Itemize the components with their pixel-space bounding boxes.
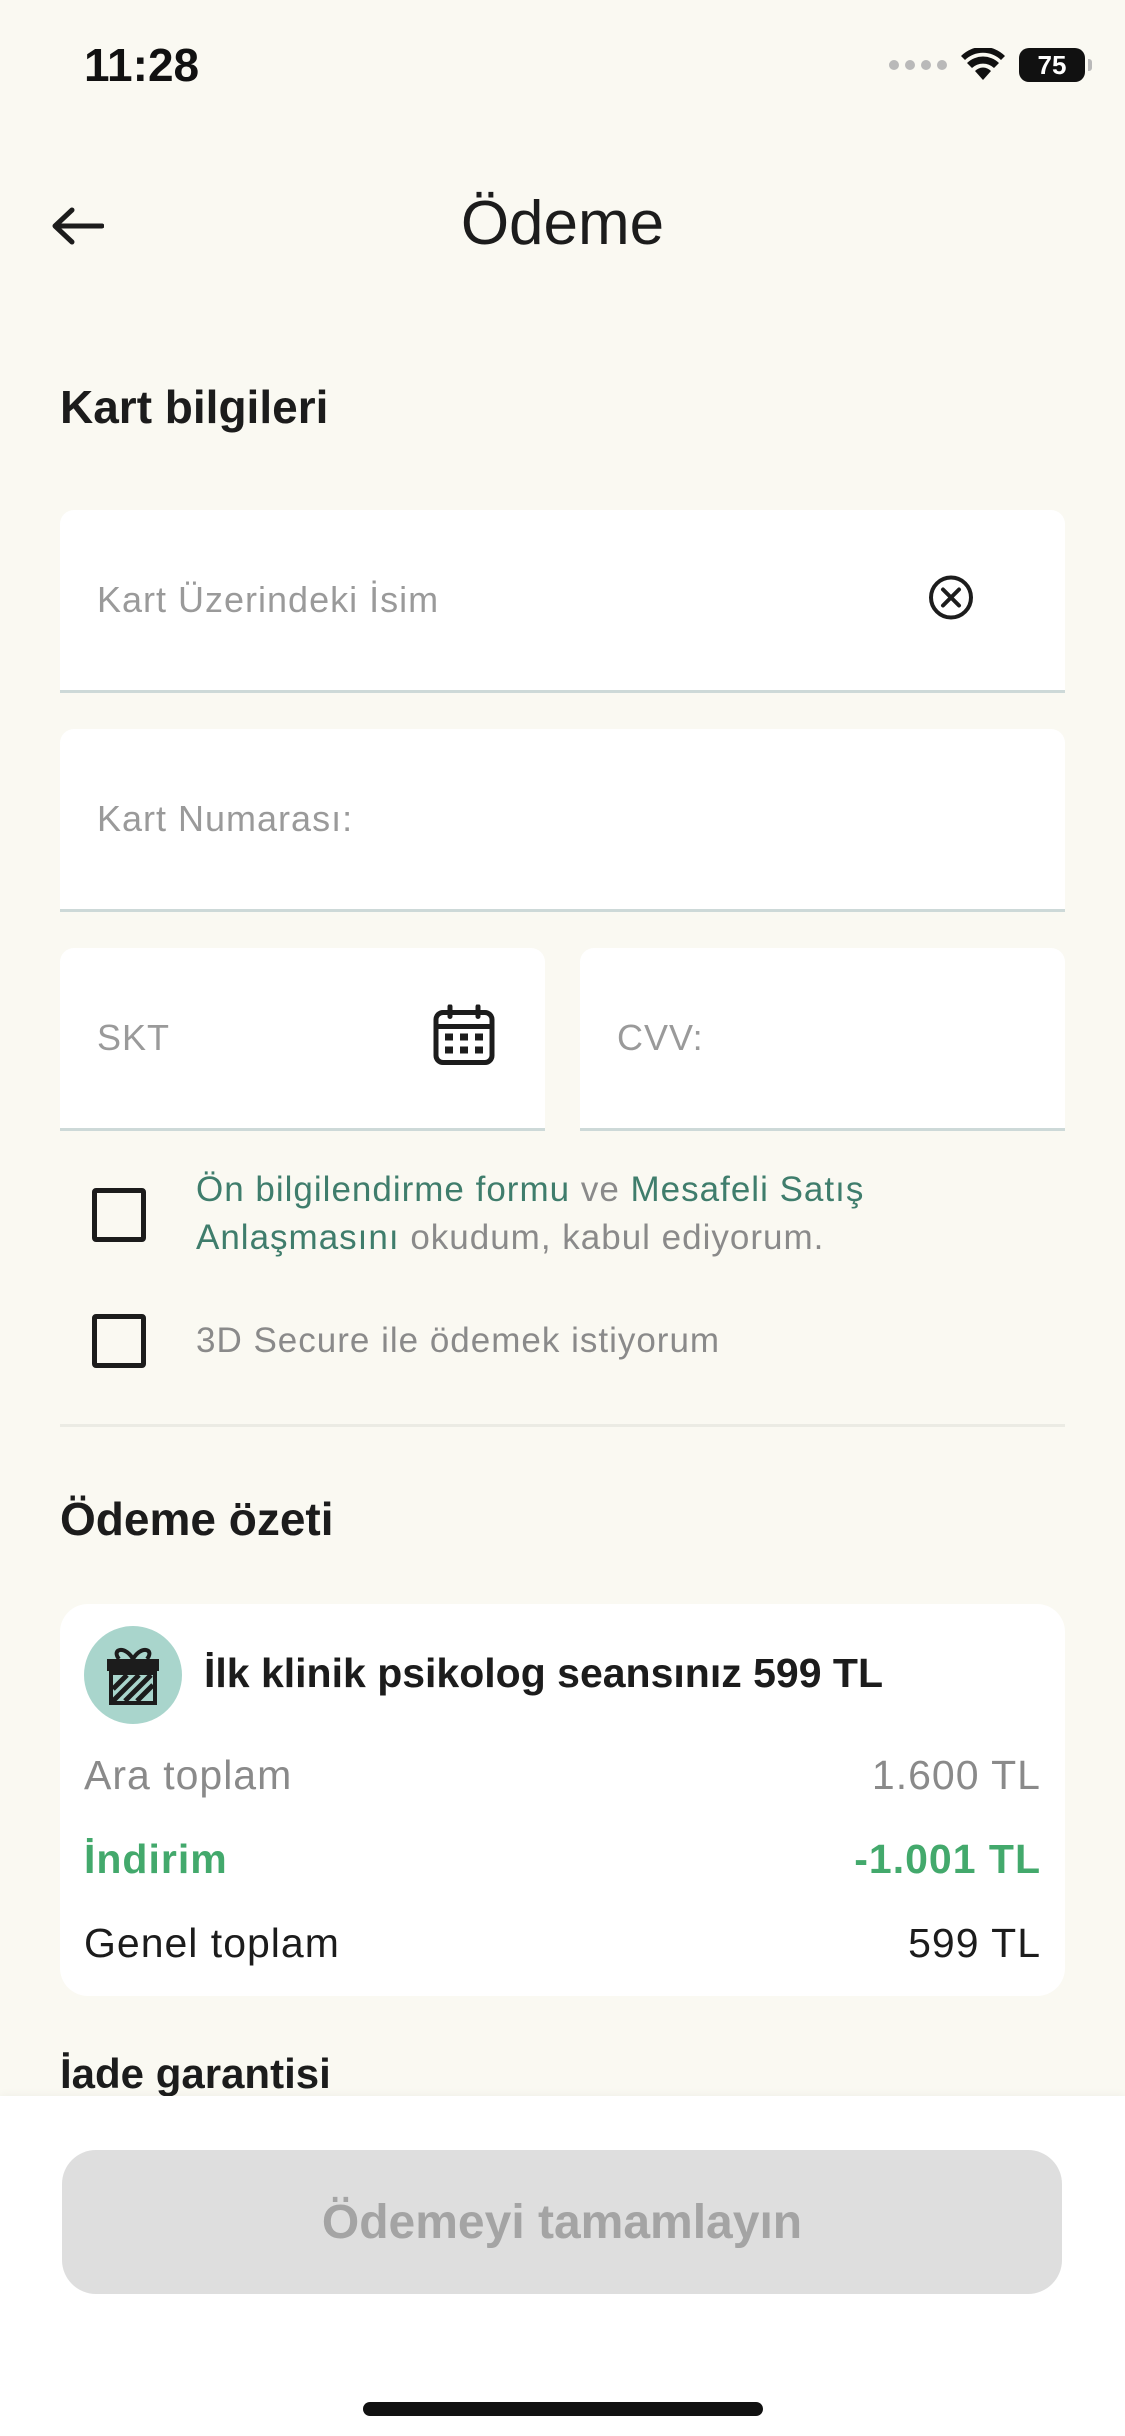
back-button[interactable] [50,198,120,254]
expiry-placeholder: SKT [97,1017,171,1058]
battery-level: 75 [1037,49,1067,80]
agreement-checkbox[interactable] [92,1188,146,1242]
summary-card: İlk klinik psikolog seansınız 599 TL Ara… [60,1604,1065,1996]
calendar-icon[interactable] [432,1004,496,1072]
total-label: Genel toplam [84,1920,340,1966]
summary-title: Ödeme özeti [60,1493,334,1545]
discount-value: -1.001 TL [854,1836,1041,1882]
total-row: Genel toplam 599 TL [84,1920,1041,1967]
gift-icon [107,1648,159,1705]
subtotal-row: Ara toplam 1.600 TL [84,1752,1041,1799]
home-indicator[interactable] [363,2402,763,2416]
card-number-input[interactable]: Kart Numarası: [60,729,1065,912]
agreement-suffix: okudum, kabul ediyorum. [399,1218,825,1257]
agreement-conjunction: ve [570,1170,631,1209]
bottom-bar: Ödemeyi tamamlayın [0,2096,1125,2436]
secure-3d-checkbox[interactable] [92,1314,146,1368]
card-number-placeholder: Kart Numarası: [97,798,354,839]
cellular-signal-icon [889,60,947,70]
gift-badge [84,1626,182,1724]
card-name-placeholder: Kart Üzerindeki İsim [97,579,440,620]
status-indicators: 75 [889,48,1092,82]
total-value: 599 TL [908,1920,1041,1966]
clear-icon[interactable] [926,573,976,628]
card-name-input[interactable]: Kart Üzerindeki İsim [60,510,1065,693]
discount-row: İndirim -1.001 TL [84,1836,1041,1883]
secure-3d-label: 3D Secure ile ödemek istiyorum [196,1321,721,1360]
arrow-left-icon [52,207,104,245]
card-info-title: Kart bilgileri [60,381,329,433]
cvv-input[interactable]: CVV: [580,948,1065,1131]
status-time: 11:28 [84,39,200,91]
status-bar: 11:28 75 [0,0,1125,140]
expiry-date-input[interactable]: SKT [60,948,545,1131]
cvv-placeholder: CVV: [617,1017,704,1058]
agreement-text: Ön bilgilendirme formu ve Mesafeli Satış… [196,1166,956,1262]
payment-screen: 11:28 75 Ödeme Kart bilgileri Kart Üzeri [0,0,1125,2436]
page-title: Ödeme [460,189,665,258]
refund-guarantee-title: İade garantisi [60,2050,331,2097]
header: Ödeme [0,170,1125,280]
discount-label: İndirim [84,1836,228,1882]
subtotal-value: 1.600 TL [871,1752,1041,1798]
section-divider [60,1424,1065,1427]
secure-3d-row: 3D Secure ile ödemek istiyorum [92,1314,720,1368]
complete-payment-button[interactable]: Ödemeyi tamamlayın [62,2150,1062,2294]
agreement-row: Ön bilgilendirme formu ve Mesafeli Satış… [92,1166,956,1262]
preinfo-form-link[interactable]: Ön bilgilendirme formu [196,1170,570,1209]
battery-icon: 75 [1019,48,1092,82]
subtotal-label: Ara toplam [84,1752,293,1798]
wifi-icon [961,48,1005,80]
promo-title: İlk klinik psikolog seansınız 599 TL [204,1650,884,1696]
